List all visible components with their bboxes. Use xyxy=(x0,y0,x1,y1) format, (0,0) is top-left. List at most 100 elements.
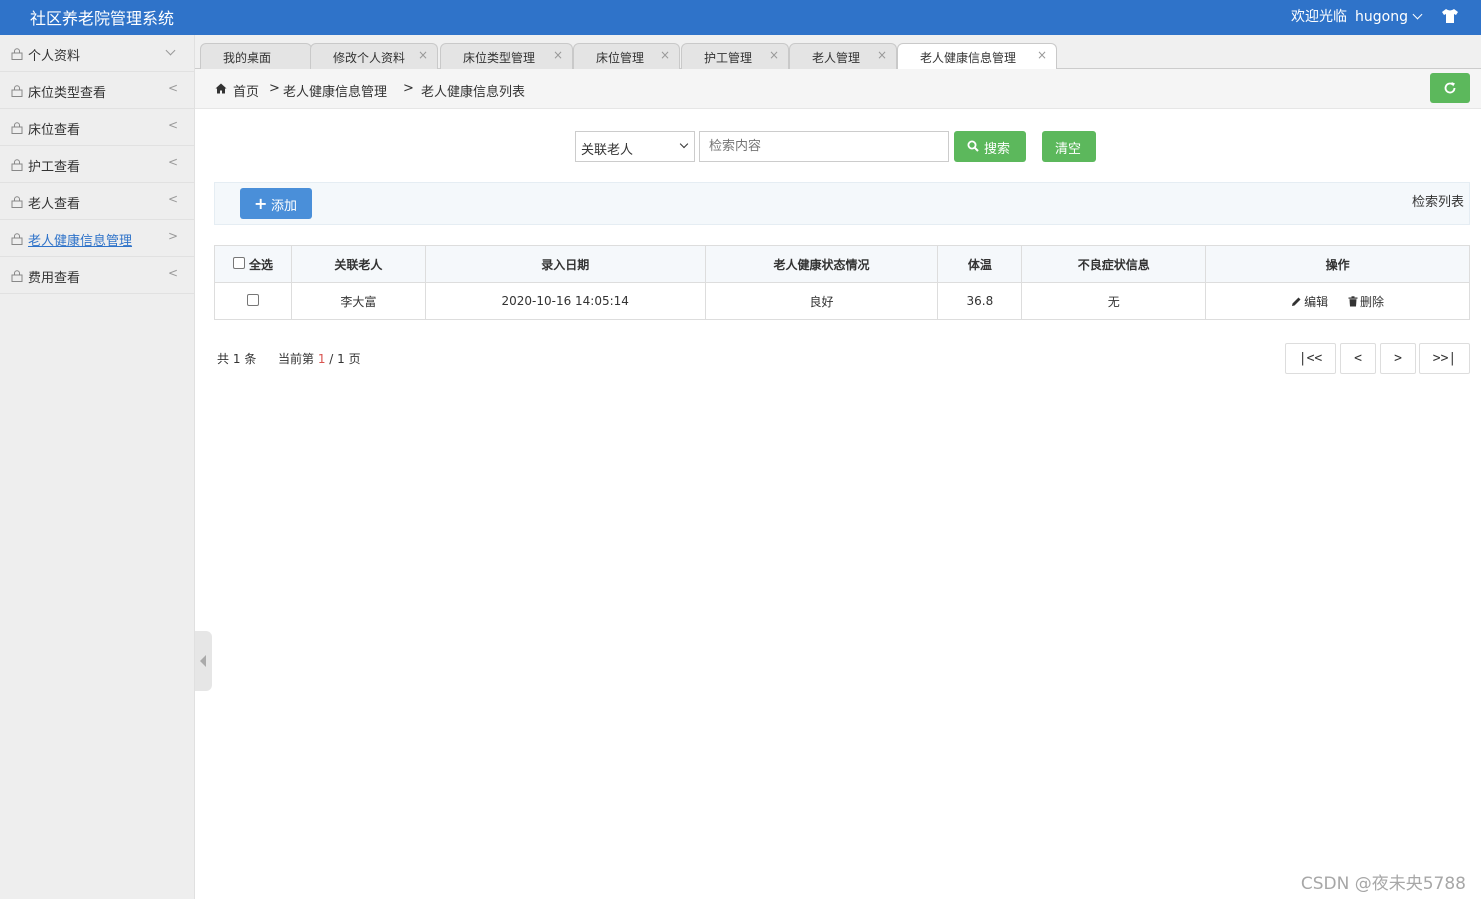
next-page-button[interactable]: > xyxy=(1380,343,1416,374)
first-page-button[interactable]: |<< xyxy=(1285,343,1336,374)
sidebar-item-label: 床位查看 xyxy=(28,123,81,138)
user-menu[interactable]: 欢迎光临 hugong xyxy=(1291,6,1423,26)
tab-label: 我的桌面 xyxy=(223,51,272,65)
sidebar-item-label: 护工查看 xyxy=(28,160,81,175)
app-title: 社区养老院管理系统 xyxy=(30,9,175,28)
tab-elder-health-mgmt[interactable]: 老人健康信息管理 × xyxy=(897,43,1057,70)
select-all-header: 全选 xyxy=(214,245,292,283)
lock-icon xyxy=(11,233,23,245)
sidebar-collapse-handle[interactable] xyxy=(195,631,212,691)
close-icon[interactable]: × xyxy=(769,48,779,62)
tab-label: 老人管理 xyxy=(812,51,861,65)
chevron-right-icon: > xyxy=(167,229,178,243)
sidebar-item-bed-types[interactable]: 床位类型查看 < xyxy=(0,72,194,109)
close-icon[interactable]: × xyxy=(1037,48,1047,62)
tab-label: 修改个人资料 xyxy=(333,51,406,65)
close-icon[interactable]: × xyxy=(877,48,887,62)
current-prefix: 当前第 xyxy=(277,352,314,366)
close-icon[interactable]: × xyxy=(418,48,428,62)
cell-temperature: 36.8 xyxy=(937,282,1023,320)
page-suffix: 页 xyxy=(348,352,361,366)
last-page-button[interactable]: >>| xyxy=(1419,343,1470,374)
current-page: 1 xyxy=(317,352,326,366)
search-button[interactable]: 搜索 xyxy=(954,131,1026,162)
welcome-text: 欢迎光临 xyxy=(1291,9,1348,25)
tab-bed-type-mgmt[interactable]: 床位类型管理 × xyxy=(440,43,573,69)
tab-label: 老人健康信息管理 xyxy=(920,51,1017,65)
edit-link[interactable]: 编辑 xyxy=(1291,293,1328,310)
plus-icon: + xyxy=(254,194,268,213)
prev-page-button[interactable]: < xyxy=(1340,343,1376,374)
sidebar-item-caregivers[interactable]: 护工查看 < xyxy=(0,146,194,183)
column-header: 老人健康状态情况 xyxy=(704,245,939,283)
cell-actions: 编辑 删除 xyxy=(1205,282,1470,320)
sidebar-item-fees[interactable]: 费用查看 < xyxy=(0,257,194,294)
cell-symptoms: 无 xyxy=(1021,282,1207,320)
lock-icon xyxy=(11,159,23,171)
chevron-down-icon[interactable] xyxy=(1412,9,1423,20)
breadcrumb-separator: > xyxy=(269,81,280,96)
search-button-label: 搜索 xyxy=(984,142,1011,157)
pagination-info: 共 1 条 当前第 1 / 1 页 xyxy=(217,350,361,367)
username[interactable]: hugong xyxy=(1355,9,1408,25)
chevron-left-icon: < xyxy=(167,81,178,95)
tab-label: 床位类型管理 xyxy=(463,51,536,65)
tab-edit-profile[interactable]: 修改个人资料 × xyxy=(310,43,438,69)
total-suffix: 条 xyxy=(244,352,257,366)
sidebar-item-elders[interactable]: 老人查看 < xyxy=(0,183,194,220)
chevron-left-icon: < xyxy=(167,155,178,169)
sidebar-item-label: 老人查看 xyxy=(28,197,81,212)
edit-label: 编辑 xyxy=(1304,294,1329,309)
add-button[interactable]: + 添加 xyxy=(240,188,312,219)
breadcrumb-separator: > xyxy=(403,81,414,96)
breadcrumb-level1[interactable]: 老人健康信息管理 xyxy=(283,81,387,100)
page-separator: / xyxy=(329,352,334,366)
sidebar: 个人资料 床位类型查看 < 床位查看 < 护工查看 < 老人查看 < 老人健康信… xyxy=(0,35,195,899)
lock-icon xyxy=(11,85,23,97)
total-count: 1 xyxy=(232,352,241,366)
clear-button[interactable]: 清空 xyxy=(1042,131,1096,162)
close-icon[interactable]: × xyxy=(660,48,670,62)
triangle-left-icon xyxy=(200,655,206,667)
tab-elder-mgmt[interactable]: 老人管理 × xyxy=(789,43,897,69)
sidebar-item-label: 费用查看 xyxy=(28,271,81,286)
shirt-icon[interactable] xyxy=(1441,8,1459,24)
add-button-label: 添加 xyxy=(271,199,298,214)
lock-icon xyxy=(11,48,23,60)
breadcrumb: 首页 > 老人健康信息管理 > 老人健康信息列表 xyxy=(195,69,1481,109)
column-header: 操作 xyxy=(1205,245,1470,283)
breadcrumb-level2: 老人健康信息列表 xyxy=(421,85,526,100)
sidebar-item-beds[interactable]: 床位查看 < xyxy=(0,109,194,146)
column-header: 关联老人 xyxy=(290,245,426,283)
delete-link[interactable]: 删除 xyxy=(1348,293,1384,310)
chevron-left-icon: < xyxy=(167,192,178,206)
top-header: 社区养老院管理系统 欢迎光临 hugong xyxy=(0,0,1481,35)
tab-caregiver-mgmt[interactable]: 护工管理 × xyxy=(681,43,789,69)
close-icon[interactable]: × xyxy=(553,48,563,62)
clear-button-label: 清空 xyxy=(1055,142,1082,157)
search-field-select[interactable]: 关联老人 xyxy=(575,131,695,162)
search-input[interactable] xyxy=(699,131,949,162)
sidebar-item-elder-health[interactable]: 老人健康信息管理 > xyxy=(0,220,194,257)
tab-desktop[interactable]: 我的桌面 xyxy=(200,43,312,69)
chevron-down-icon xyxy=(165,45,176,56)
cell-date: 2020-10-16 14:05:14 xyxy=(424,282,706,320)
breadcrumb-home[interactable]: 首页 xyxy=(233,81,259,100)
tab-label: 护工管理 xyxy=(704,51,753,65)
sidebar-item-profile[interactable]: 个人资料 xyxy=(0,35,194,72)
sidebar-item-label: 床位类型查看 xyxy=(28,86,107,101)
table-header-row: 全选 关联老人 录入日期 老人健康状态情况 体温 不良症状信息 操作 xyxy=(214,245,1470,283)
cell-health: 良好 xyxy=(704,282,939,320)
total-prefix: 共 xyxy=(217,352,230,366)
tab-bed-mgmt[interactable]: 床位管理 × xyxy=(573,43,680,69)
row-checkbox[interactable] xyxy=(246,293,259,306)
select-all-checkbox[interactable] xyxy=(232,257,245,269)
lock-icon xyxy=(11,270,23,282)
list-title: 检索列表 xyxy=(1411,195,1464,210)
refresh-button[interactable] xyxy=(1430,73,1470,103)
lock-icon xyxy=(11,196,23,208)
cell-elder: 李大富 xyxy=(290,282,426,320)
refresh-icon xyxy=(1444,82,1456,94)
home-icon xyxy=(215,83,227,94)
lock-icon xyxy=(11,122,23,134)
